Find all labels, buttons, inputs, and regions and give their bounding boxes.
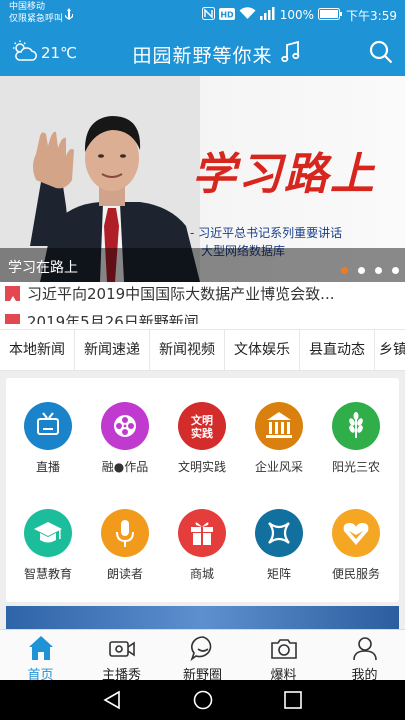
film-reel-icon bbox=[101, 402, 149, 450]
recents-square-icon[interactable] bbox=[284, 691, 302, 713]
tab-entertainment[interactable]: 文体娱乐 bbox=[225, 330, 300, 370]
svg-text:文明: 文明 bbox=[191, 413, 213, 427]
wifi-icon bbox=[239, 7, 256, 23]
search-icon[interactable] bbox=[369, 40, 393, 68]
ticker-text: 习近平向2019中国国际大数据产业博览会致... bbox=[27, 284, 335, 303]
ticker-item[interactable]: 习近平向2019中国国际大数据产业博览会致... bbox=[0, 282, 334, 304]
microphone-icon bbox=[101, 509, 149, 557]
carousel-dot[interactable] bbox=[375, 267, 382, 274]
ticker-item[interactable]: 2019年5月26日新野新闻 bbox=[0, 310, 199, 324]
grid-label: 企业风采 bbox=[254, 460, 303, 474]
home-icon bbox=[27, 634, 55, 666]
tab-local-news[interactable]: 本地新闻 bbox=[0, 330, 75, 370]
nav-profile[interactable]: 我的 bbox=[324, 630, 405, 683]
usb-icon bbox=[64, 7, 74, 26]
banner-headline: 学习路上 bbox=[192, 149, 376, 200]
grid-item-civilization-practice[interactable]: 文明 实践 文明实践 bbox=[164, 402, 240, 492]
grid-label: 文明实践 bbox=[177, 460, 226, 474]
system-nav-bar bbox=[0, 680, 405, 720]
feature-grid: 直播 融●作品 文明 实践 文明实践 企业风采 阳光三农 智慧教育 朗读者 商城… bbox=[6, 378, 399, 602]
battery-icon bbox=[318, 7, 343, 23]
tab-township[interactable]: 乡镇 bbox=[375, 330, 405, 370]
grid-label: 商城 bbox=[189, 567, 214, 581]
grid-label: 便民服务 bbox=[331, 567, 380, 581]
video-camera-icon bbox=[108, 634, 136, 666]
clock: 下午3:59 bbox=[346, 8, 397, 23]
promo-banner[interactable] bbox=[6, 606, 399, 629]
nfc-icon bbox=[201, 7, 215, 23]
news-flag-icon bbox=[5, 285, 20, 301]
music-note-icon[interactable] bbox=[281, 40, 301, 67]
nav-home[interactable]: 首页 bbox=[0, 630, 81, 683]
carousel-dot[interactable] bbox=[358, 267, 365, 274]
hd-icon: HD bbox=[218, 7, 235, 23]
nav-tip-off[interactable]: 爆料 bbox=[243, 630, 324, 683]
banner-carousel[interactable]: 学习路上 - 习近平总书记系列重要讲话 大型网络数据库 学习在路上 bbox=[0, 76, 405, 282]
grid-label: 融●作品 bbox=[101, 460, 149, 474]
grid-label: 阳光三农 bbox=[331, 460, 380, 474]
back-triangle-icon[interactable] bbox=[103, 690, 121, 714]
nav-anchor-show[interactable]: 主播秀 bbox=[81, 630, 162, 683]
building-icon bbox=[255, 402, 303, 450]
svg-text:实践: 实践 bbox=[191, 426, 213, 440]
gift-icon bbox=[178, 509, 226, 557]
grid-label: 矩阵 bbox=[266, 567, 291, 581]
grid-label: 朗读者 bbox=[106, 567, 143, 581]
news-ticker[interactable]: 习近平向2019中国国际大数据产业博览会致... 2019年5月26日新野新闻 bbox=[0, 282, 405, 324]
page-title: 田园新野等你来 bbox=[132, 45, 273, 67]
matrix-icon bbox=[255, 509, 303, 557]
grid-item-reader[interactable]: 朗读者 bbox=[87, 509, 163, 599]
carousel-dot[interactable] bbox=[341, 267, 348, 274]
carousel-dot[interactable] bbox=[392, 267, 399, 274]
nav-xinye-circle[interactable]: 新野圈 bbox=[162, 630, 243, 683]
signal-icon bbox=[259, 7, 276, 23]
chat-bubble-icon bbox=[189, 634, 217, 666]
grid-item-smart-education[interactable]: 智慧教育 bbox=[10, 509, 86, 599]
tab-news-video[interactable]: 新闻视频 bbox=[150, 330, 225, 370]
banner-subtitle: - 习近平总书记系列重要讲话 bbox=[190, 226, 343, 240]
bottom-nav: 首页 主播秀 新野圈 爆料 我的 bbox=[0, 629, 405, 683]
civilization-practice-icon: 文明 实践 bbox=[178, 402, 226, 450]
category-tabs: 本地新闻 新闻速递 新闻视频 文体娱乐 县直动态 乡镇 bbox=[0, 329, 405, 371]
grid-item-mall[interactable]: 商城 bbox=[164, 509, 240, 599]
grid-label: 直播 bbox=[35, 460, 60, 474]
wheat-icon bbox=[332, 402, 380, 450]
tv-icon bbox=[24, 402, 72, 450]
grid-item-media-works[interactable]: 融●作品 bbox=[87, 402, 163, 492]
user-icon bbox=[351, 634, 379, 666]
heart-hands-icon bbox=[332, 509, 380, 557]
grid-item-matrix[interactable]: 矩阵 bbox=[241, 509, 317, 599]
ticker-text: 2019年5月26日新野新闻 bbox=[27, 312, 199, 325]
app-header: 21℃ 田园新野等你来 bbox=[0, 30, 405, 76]
home-circle-icon[interactable] bbox=[193, 690, 213, 714]
svg-text:HD: HD bbox=[220, 10, 234, 19]
carousel-dots bbox=[341, 267, 399, 274]
grid-item-enterprise[interactable]: 企业风采 bbox=[241, 402, 317, 492]
carrier-status: 仅限紧急呼叫 bbox=[9, 14, 64, 24]
banner-caption: 学习在路上 bbox=[8, 260, 78, 276]
grid-label: 智慧教育 bbox=[23, 567, 72, 581]
graduation-cap-icon bbox=[24, 509, 72, 557]
grid-item-live[interactable]: 直播 bbox=[10, 402, 86, 492]
battery-percent: 100% bbox=[279, 8, 315, 22]
tab-county-news[interactable]: 县直动态 bbox=[300, 330, 375, 370]
carrier-name: 中国移动 bbox=[9, 2, 46, 12]
camera-icon bbox=[270, 634, 298, 666]
grid-item-public-service[interactable]: 便民服务 bbox=[318, 509, 394, 599]
status-bar: 中国移动 仅限紧急呼叫 HD 100% 下午3:59 bbox=[0, 0, 405, 30]
tab-news-express[interactable]: 新闻速递 bbox=[75, 330, 150, 370]
news-flag-icon bbox=[5, 313, 20, 324]
grid-item-agriculture[interactable]: 阳光三农 bbox=[318, 402, 394, 492]
